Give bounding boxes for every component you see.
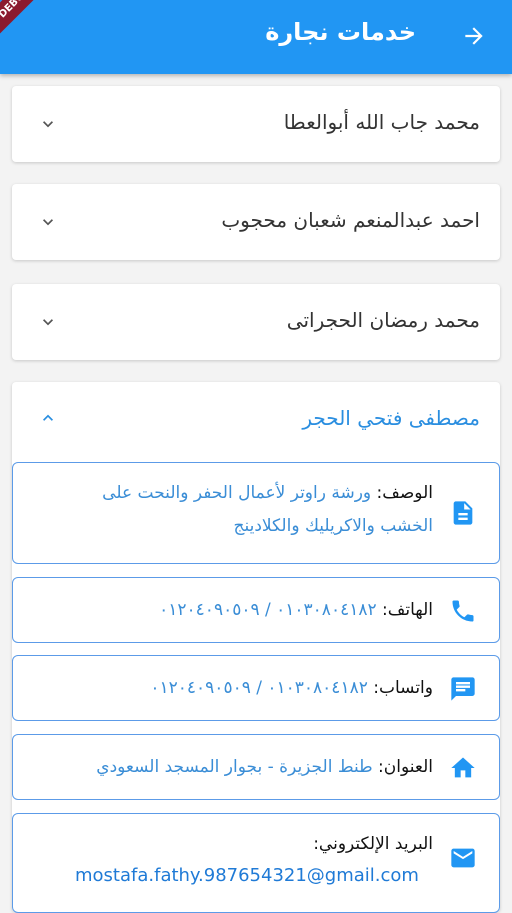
arrow-forward-icon	[465, 27, 483, 45]
address-value[interactable]: طنط الجزيرة - بجوار المسجد السعودي	[96, 757, 372, 777]
chevron-down-icon	[43, 121, 53, 128]
whatsapp-value[interactable]: ٠١٠٣٠٨٠٤١٨٢ / ٠١٢٠٤٠٩٠٥٠٩	[150, 678, 367, 698]
chevron-down-icon	[43, 319, 53, 326]
debug-banner: DEBUG	[0, 0, 55, 43]
back-button[interactable]	[458, 20, 490, 52]
mail-icon	[451, 848, 475, 868]
message-icon	[451, 677, 475, 701]
expansion-panel-3[interactable]: محمد رمضان الحجراتى	[12, 284, 500, 360]
panel-title: محمد رمضان الحجراتى	[286, 308, 480, 332]
email-card[interactable]: البريد الإلكتروني: mostafa.fathy.9876543…	[12, 813, 500, 913]
whatsapp-card[interactable]: واتساب: ٠١٠٣٠٨٠٤١٨٢ / ٠١٢٠٤٠٩٠٥٠٩	[12, 655, 500, 721]
email-label: البريد الإلكتروني:	[313, 834, 433, 854]
home-icon	[451, 757, 475, 778]
whatsapp-label: واتساب:	[373, 678, 433, 698]
chevron-down-icon	[43, 219, 53, 226]
description-label: الوصف:	[376, 483, 433, 503]
panel-title: محمد جاب الله أبوالعطا	[283, 110, 480, 134]
description-card: الوصف: ورشة راوتر لأعمال الحفر والنحت عل…	[12, 462, 500, 564]
description-icon	[453, 501, 473, 525]
chevron-up-icon[interactable]	[38, 408, 58, 428]
expansion-panel-2[interactable]: احمد عبدالمنعم شعبان محجوب	[12, 184, 500, 260]
expansion-panel-4: مصطفى فتحي الحجر الوصف: ورشة راوتر لأعما…	[12, 382, 500, 913]
address-label: العنوان:	[378, 757, 433, 777]
page-title: خدمات نجارة	[265, 18, 416, 46]
email-value[interactable]: mostafa.fathy.987654321@gmail.com	[75, 860, 433, 892]
phone-card[interactable]: الهاتف: ٠١٠٣٠٨٠٤١٨٢ / ٠١٢٠٤٠٩٠٥٠٩	[12, 577, 500, 643]
phone-label: الهاتف:	[382, 600, 433, 620]
expansion-panel-1[interactable]: محمد جاب الله أبوالعطا	[12, 86, 500, 162]
address-card[interactable]: العنوان: طنط الجزيرة - بجوار المسجد السع…	[12, 734, 500, 800]
phone-icon	[452, 600, 474, 622]
phone-value[interactable]: ٠١٠٣٠٨٠٤١٨٢ / ٠١٢٠٤٠٩٠٥٠٩	[159, 600, 376, 620]
panel-title: احمد عبدالمنعم شعبان محجوب	[221, 208, 480, 232]
panel-title[interactable]: مصطفى فتحي الحجر	[302, 406, 480, 430]
app-bar: DEBUG خدمات نجارة	[0, 0, 512, 74]
